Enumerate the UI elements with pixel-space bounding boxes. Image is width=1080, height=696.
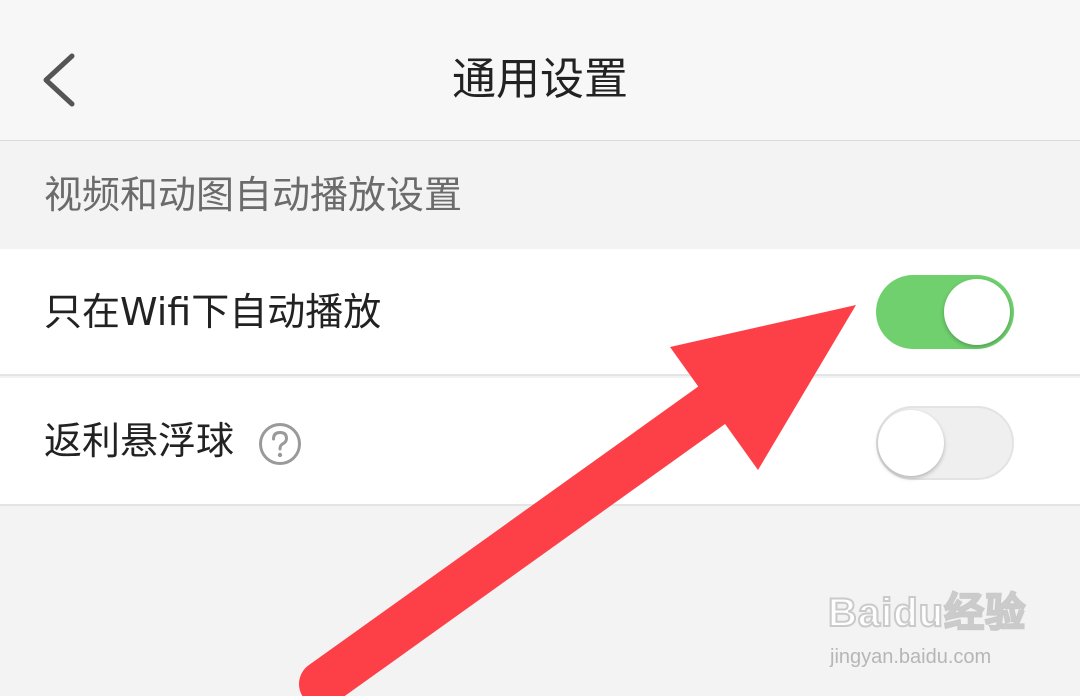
setting-label-wifi-autoplay: 只在Wifi下自动播放 [44,290,382,334]
setting-label-rebate-float-ball: 返利悬浮球 [44,419,235,463]
toggle-knob [944,279,1010,345]
setting-row-rebate-float-ball: 返利悬浮球 [0,378,1080,506]
app-header: 通用设置 [0,0,1080,141]
watermark-url: jingyan.baidu.com [830,646,992,668]
page-title: 通用设置 [452,54,628,105]
watermark-logo: Baidu经验 [827,590,1027,636]
section-header-autoplay: 视频和动图自动播放设置 [44,173,463,217]
toggle-knob [878,410,944,476]
wifi-autoplay-toggle[interactable] [876,275,1014,349]
baidu-jingyan-watermark: Baidu经验 jingyan.baidu.com [827,580,1048,680]
question-circle-icon[interactable] [258,422,302,466]
rebate-float-ball-toggle[interactable] [876,406,1014,480]
setting-row-wifi-autoplay: 只在Wifi下自动播放 [0,249,1080,376]
